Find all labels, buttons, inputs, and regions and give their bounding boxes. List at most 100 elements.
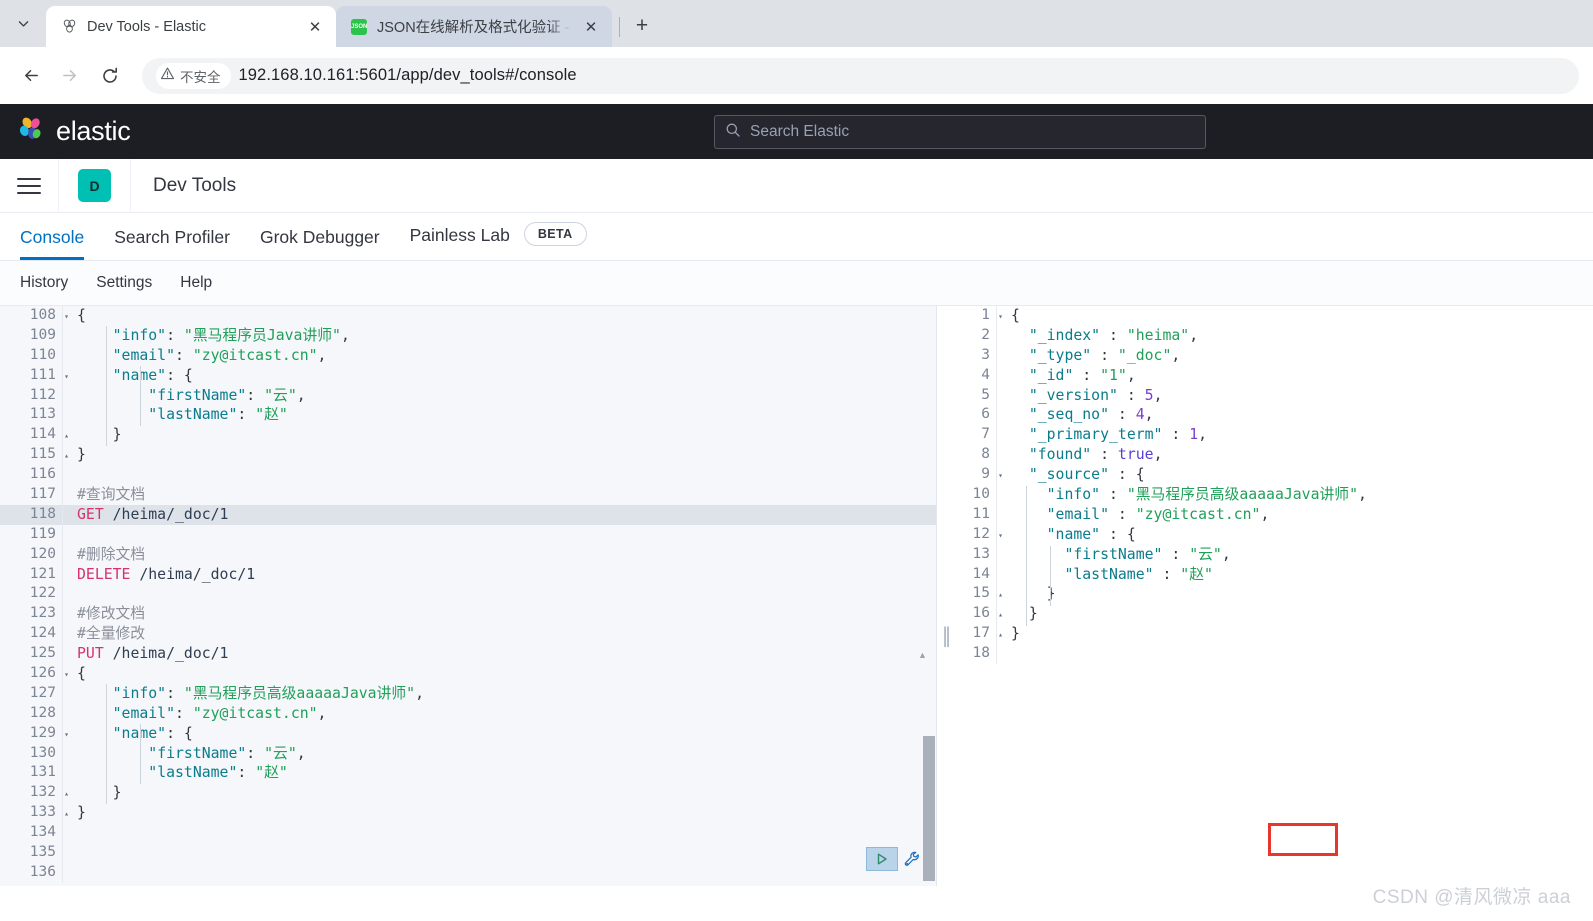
line-number: 17 ▴	[954, 624, 1003, 644]
code-token: "_doc"	[1117, 346, 1172, 364]
tab-list-chevron-down-icon[interactable]	[0, 0, 46, 47]
code-line[interactable]: 135	[0, 843, 937, 863]
code-line[interactable]: 115 ▴}	[0, 445, 937, 466]
tab-console[interactable]: Console	[20, 227, 84, 260]
code-token: }	[1011, 605, 1038, 623]
global-search-placeholder: Search Elastic	[750, 123, 850, 140]
line-number: 120	[29, 545, 56, 562]
forward-button[interactable]	[52, 59, 86, 93]
code-line[interactable]: 17 ▴}	[954, 624, 1593, 645]
code-line[interactable]: 1 ▾ {	[954, 306, 1593, 326]
code-line-content	[62, 862, 86, 883]
code-line[interactable]: 124 #全量修改	[0, 624, 937, 645]
code-token: "firstName"	[148, 744, 247, 762]
request-editor-scrollbar[interactable]	[923, 736, 935, 881]
code-token: ,	[1153, 386, 1163, 404]
subnav-help[interactable]: Help	[180, 274, 212, 292]
code-token: :	[166, 366, 184, 384]
address-bar[interactable]: 不安全 192.168.10.161:5601/app/dev_tools#/c…	[142, 57, 1579, 94]
subnav-history[interactable]: History	[20, 274, 68, 292]
code-line[interactable]: 123 #修改文档	[0, 604, 937, 625]
scroll-up-indicator: ▲	[918, 650, 927, 660]
code-token: "赵"	[1180, 565, 1213, 583]
code-line[interactable]: 11 "email" : "zy@itcast.cn",	[954, 504, 1593, 525]
code-line[interactable]: 127 "info": "黑马程序员高级aaaaaJava讲师",	[0, 683, 937, 704]
code-token: :	[1091, 446, 1118, 464]
tab-divider	[619, 17, 620, 37]
code-line[interactable]: 116	[0, 465, 937, 486]
code-line[interactable]: 3 "_type" : "_doc",	[954, 345, 1593, 366]
code-token: ,	[1189, 326, 1199, 344]
close-icon[interactable]: ✕	[304, 16, 326, 38]
code-line-content: "_type" : "_doc",	[996, 345, 1180, 366]
indent-guide	[106, 326, 107, 446]
code-line[interactable]: 12 ▾ "name" : {	[954, 524, 1593, 545]
code-line[interactable]: 16 ▴ }	[954, 604, 1593, 625]
reload-button[interactable]	[93, 59, 127, 93]
hamburger-menu-icon[interactable]	[0, 177, 58, 195]
security-status-chip[interactable]: 不安全	[156, 62, 231, 89]
code-line-content	[62, 465, 86, 486]
app-avatar[interactable]: D	[78, 169, 111, 202]
browser-tab-json-tool[interactable]: JSON JSON在线解析及格式化验证 - J ✕	[336, 6, 612, 47]
line-number: 108 ▾	[0, 306, 69, 326]
code-line-content: "_index" : "heima",	[996, 325, 1199, 346]
code-line-content: "email": "zy@itcast.cn",	[62, 345, 327, 366]
code-line-content	[62, 823, 86, 844]
resize-handle-icon[interactable]: ║	[940, 626, 952, 648]
code-line[interactable]: 8 "found" : true,	[954, 445, 1593, 466]
code-line[interactable]: 4 "_id" : "1",	[954, 365, 1593, 386]
code-line[interactable]: 126 ▾ {	[0, 664, 937, 684]
code-line[interactable]: 7 "_primary_term" : 1,	[954, 425, 1593, 446]
code-line[interactable]: 132 ▴ }	[0, 783, 937, 804]
subnav-settings[interactable]: Settings	[96, 274, 152, 292]
line-number: 109	[29, 326, 56, 343]
wrench-icon[interactable]	[900, 847, 924, 871]
close-icon[interactable]: ✕	[580, 16, 602, 38]
code-token: ,	[317, 346, 327, 364]
code-line[interactable]: 108 ▾ {	[0, 306, 937, 326]
code-line[interactable]: 134	[0, 823, 937, 844]
run-request-widget[interactable]	[866, 847, 924, 871]
code-line[interactable]: 114 ▴ }	[0, 425, 937, 446]
code-line[interactable]: 117 #查询文档	[0, 485, 937, 505]
code-token: ,	[1153, 446, 1163, 464]
code-line[interactable]: 125 PUT /heima/_doc/1	[0, 644, 937, 665]
global-search-input[interactable]: Search Elastic	[714, 115, 1206, 149]
code-line[interactable]: 118 GET /heima/_doc/1	[0, 504, 937, 525]
tab-grok-debugger[interactable]: Grok Debugger	[260, 227, 380, 260]
code-line[interactable]: 121 DELETE /heima/_doc/1	[0, 564, 937, 585]
tab-search-profiler[interactable]: Search Profiler	[114, 227, 230, 260]
code-line[interactable]: 5 "_version" : 5,	[954, 385, 1593, 406]
new-tab-button[interactable]: +	[627, 11, 657, 41]
request-editor[interactable]: 108 ▾{109 "info": "黑马程序员Java讲师", 110 "emai…	[0, 306, 937, 886]
code-line[interactable]: 6 "_seq_no" : 4,	[954, 405, 1593, 426]
code-line[interactable]: 18	[954, 644, 1593, 665]
tab-painless-lab[interactable]: Painless Lab BETA	[410, 222, 587, 260]
response-viewer[interactable]: 1 ▾{2 "_index" : "heima", 3 "_type" : "_do…	[954, 306, 1593, 886]
browser-tab-dev-tools[interactable]: Dev Tools - Elastic ✕	[46, 6, 336, 47]
code-line[interactable]: 133 ▴}	[0, 803, 937, 824]
code-line[interactable]: 109 "info": "黑马程序员Java讲师",	[0, 325, 937, 346]
code-line[interactable]: 122	[0, 584, 937, 605]
code-line[interactable]: 110 "email": "zy@itcast.cn",	[0, 345, 937, 366]
code-line[interactable]: 120 #删除文档	[0, 544, 937, 565]
code-token: "zy@itcast.cn"	[1135, 505, 1261, 523]
play-triangle-icon[interactable]	[866, 847, 898, 871]
code-line[interactable]: 119	[0, 524, 937, 545]
elastic-brand[interactable]: elastic	[16, 114, 131, 149]
code-line[interactable]: 10 "info" : "黑马程序员高级aaaaaJava讲师",	[954, 485, 1593, 505]
code-token: /heima/_doc/1	[130, 565, 256, 583]
code-line-content: "_primary_term" : 1,	[996, 425, 1207, 446]
code-line[interactable]: 9 ▾ "_source" : {	[954, 465, 1593, 486]
back-button[interactable]	[14, 59, 48, 93]
browser-tab-title: Dev Tools - Elastic	[87, 18, 206, 35]
code-line[interactable]: 128 "email": "zy@itcast.cn",	[0, 703, 937, 724]
panel-divider[interactable]: ║	[937, 306, 954, 886]
code-line[interactable]: 2 "_index" : "heima",	[954, 325, 1593, 346]
code-line[interactable]: 136	[0, 862, 937, 883]
